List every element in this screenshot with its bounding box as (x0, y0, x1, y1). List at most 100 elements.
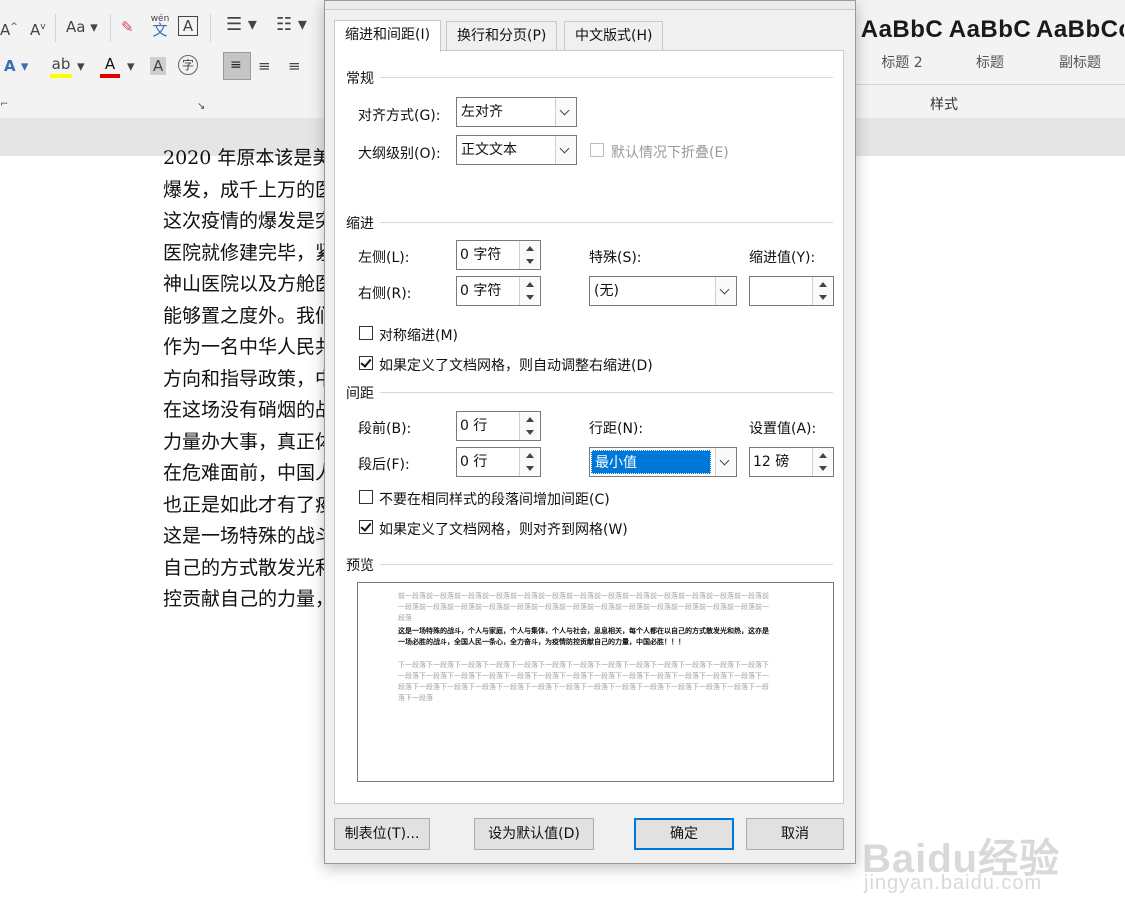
highlighter-icon[interactable]: ab (50, 55, 72, 78)
spacing-after-spinner[interactable]: 0 行 (456, 447, 541, 477)
indent-right-label: 右侧(R): (358, 286, 412, 302)
phonetic-guide-icon[interactable]: wén 文 (150, 14, 170, 38)
spin-down-icon[interactable] (812, 291, 833, 305)
special-indent-select[interactable]: (无) (589, 276, 737, 306)
spin-down-icon[interactable] (519, 255, 540, 269)
spin-up-icon[interactable] (519, 241, 540, 256)
section-divider (380, 222, 833, 223)
tab-indents-spacing[interactable]: 缩进和间距(I) (334, 20, 442, 52)
section-divider (380, 564, 833, 565)
mirror-indent-label: 对称缩进(M) (379, 328, 459, 344)
chevron-down-icon[interactable] (555, 136, 576, 164)
preview-next-paragraph: 下一段落下一段落下一段落下一段落下一段落下一段落下一段落下一段落下一段落下一段落… (398, 661, 769, 702)
chevron-down-icon[interactable]: ▾ (77, 57, 85, 75)
section-divider (380, 77, 833, 78)
style-sample: AaBbCc (1036, 16, 1124, 43)
spin-up-icon[interactable] (519, 448, 540, 463)
dialog-launcher-icon[interactable]: ↘ (197, 98, 205, 116)
indent-left-value: 0 字符 (460, 247, 502, 263)
style-caption: 标题 2 (881, 55, 923, 71)
spacing-before-value: 0 行 (460, 418, 488, 434)
mirror-indent-checkbox[interactable] (359, 326, 373, 340)
line-spacing-label: 行距(N): (589, 421, 644, 437)
no-space-same-style-label: 不要在相同样式的段落间增加间距(C) (379, 492, 610, 508)
spacing-before-spinner[interactable]: 0 行 (456, 411, 541, 441)
char-shading-icon[interactable]: A (150, 57, 167, 75)
line-spacing-at-value: 12 磅 (753, 454, 790, 470)
ribbon-separator (110, 14, 111, 42)
chevron-down-icon[interactable] (555, 98, 576, 126)
outline-level-label: 大纲级别(O): (358, 146, 441, 162)
collapse-label: 默认情况下折叠(E) (611, 145, 729, 161)
special-indent-label: 特殊(S): (589, 250, 642, 266)
line-spacing-select[interactable]: 最小值 (589, 447, 737, 477)
spin-up-icon[interactable] (519, 277, 540, 292)
tabs-button[interactable]: 制表位(T)... (334, 818, 430, 850)
indent-by-label: 缩进值(Y): (749, 250, 816, 266)
style-subtitle[interactable]: AaBbCc 副标题 (1036, 16, 1124, 80)
char-border-icon[interactable]: A (178, 16, 198, 36)
paragraph-dialog: 缩进和间距(I) 换行和分页(P) 中文版式(H) 常规 对齐方式(G): 左对… (324, 0, 856, 864)
spin-down-icon[interactable] (519, 426, 540, 440)
indent-left-label: 左侧(L): (358, 250, 410, 266)
line-spacing-at-spinner[interactable]: 12 磅 (749, 447, 834, 477)
collapse-checkbox[interactable] (590, 143, 604, 157)
numbering-icon[interactable]: ☷ ▾ (276, 16, 307, 34)
indent-by-spinner[interactable] (749, 276, 834, 306)
preview-prev-paragraph: 前一段落前一段落前一段落前一段落前一段落前一段落前一段落前一段落前一段落前一段落… (398, 592, 769, 622)
section-preview-title: 预览 (346, 558, 374, 574)
outline-level-select[interactable]: 正文文本 (456, 135, 577, 165)
style-sample: AaBbC (948, 16, 1032, 43)
snap-to-grid-checkbox[interactable] (359, 520, 373, 534)
spin-down-icon[interactable] (812, 462, 833, 476)
indent-right-spinner[interactable]: 0 字符 (456, 276, 541, 306)
ok-button[interactable]: 确定 (634, 818, 734, 850)
snap-to-grid-label: 如果定义了文档网格，则对齐到网格(W) (379, 522, 628, 538)
alignment-select[interactable]: 左对齐 (456, 97, 577, 127)
font-group-corner: ⌐ (0, 99, 9, 110)
text-effects-icon[interactable]: A ▾ (4, 57, 28, 75)
align-left-button[interactable]: ≡ (223, 52, 251, 80)
special-indent-value: (无) (594, 283, 619, 299)
indent-right-value: 0 字符 (460, 283, 502, 299)
shrink-font-icon[interactable]: Av (30, 18, 46, 39)
line-spacing-at-label: 设置值(A): (749, 421, 817, 437)
set-default-button[interactable]: 设为默认值(D) (474, 818, 594, 850)
enclose-char-icon[interactable]: 字 (178, 55, 198, 75)
spin-up-icon[interactable] (812, 277, 833, 292)
align-center-icon[interactable]: ≡ (258, 57, 271, 75)
change-case-button[interactable]: Aa ▾ (66, 18, 98, 36)
bullets-icon[interactable]: ☰ ▾ (226, 16, 257, 34)
cancel-button[interactable]: 取消 (746, 818, 844, 850)
auto-adjust-right-label: 如果定义了文档网格，则自动调整右缩进(D) (379, 358, 653, 374)
spin-down-icon[interactable] (519, 291, 540, 305)
align-right-icon[interactable]: ≡ (288, 57, 301, 75)
dialog-titlebar[interactable] (325, 1, 855, 10)
preview-current-paragraph: 这是一场特殊的战斗，个人与家庭，个人与集体，个人与社会，息息相关，每个人都在以自… (398, 627, 769, 646)
ribbon-separator (55, 14, 56, 42)
style-heading2[interactable]: AaBbC 标题 2 (858, 16, 946, 80)
auto-adjust-right-checkbox[interactable] (359, 356, 373, 370)
paragraph-preview: 前一段落前一段落前一段落前一段落前一段落前一段落前一段落前一段落前一段落前一段落… (357, 582, 834, 782)
chevron-down-icon[interactable] (715, 448, 736, 476)
grow-font-icon[interactable]: A^ (0, 18, 18, 39)
section-spacing-title: 间距 (346, 386, 374, 402)
indent-left-spinner[interactable]: 0 字符 (456, 240, 541, 270)
font-color-icon[interactable]: A (100, 55, 120, 78)
style-heading[interactable]: AaBbC 标题 (946, 16, 1034, 80)
clear-format-icon[interactable]: ✎ (121, 18, 134, 36)
spin-up-icon[interactable] (812, 448, 833, 463)
tab-asian-typography[interactable]: 中文版式(H) (564, 21, 664, 51)
chevron-down-icon[interactable]: ▾ (127, 57, 135, 75)
spin-up-icon[interactable] (519, 412, 540, 427)
spin-down-icon[interactable] (519, 462, 540, 476)
chevron-down-icon[interactable] (715, 277, 736, 305)
line-spacing-value: 最小值 (591, 450, 711, 474)
alignment-value: 左对齐 (461, 104, 503, 120)
section-indent-title: 缩进 (346, 216, 374, 232)
styles-group-label: 样式 (930, 97, 958, 113)
ribbon-separator (856, 84, 1125, 85)
tab-line-page-breaks[interactable]: 换行和分页(P) (446, 21, 558, 51)
alignment-label: 对齐方式(G): (358, 108, 441, 124)
no-space-same-style-checkbox[interactable] (359, 490, 373, 504)
